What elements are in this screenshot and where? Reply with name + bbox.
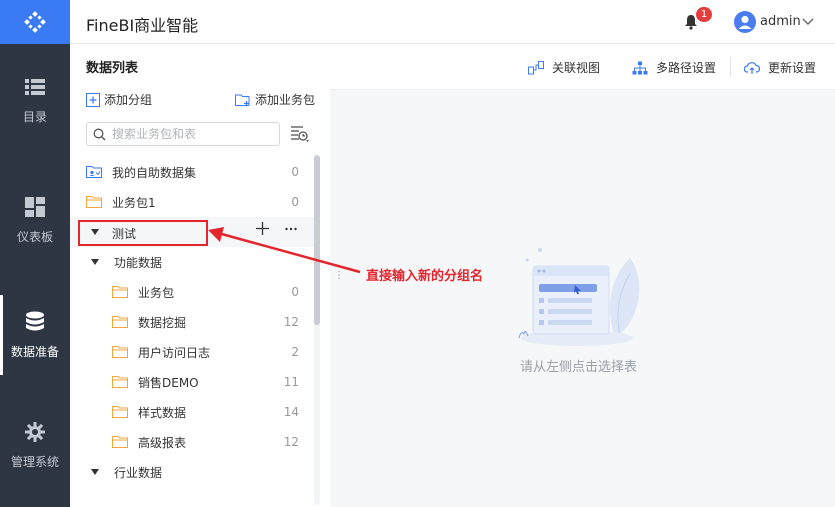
multi-path-button[interactable]: 多路径设置 bbox=[632, 59, 716, 76]
add-group-icon bbox=[86, 92, 100, 107]
relation-icon bbox=[528, 60, 544, 74]
list-item[interactable]: 行业数据 bbox=[70, 457, 315, 487]
update-settings-button[interactable]: 更新设置 bbox=[744, 59, 816, 76]
folder-icon bbox=[112, 406, 128, 418]
folder-icon bbox=[112, 316, 128, 328]
multi-path-label: 多路径设置 bbox=[656, 61, 717, 75]
tree-item-label: 我的自助数据集 bbox=[112, 165, 197, 180]
left-nav: 目录 仪表板 数据准备 管理系统 bbox=[0, 0, 70, 507]
tree-item-label: 用户访问日志 bbox=[138, 345, 211, 360]
tree-item-label: 样式数据 bbox=[138, 405, 187, 420]
add-folder-icon bbox=[235, 94, 250, 106]
list-item[interactable]: 高级报表 12 bbox=[70, 427, 315, 457]
list-item[interactable]: 数据挖掘 12 bbox=[70, 307, 315, 337]
folder-icon bbox=[112, 376, 128, 388]
caret-down-icon[interactable] bbox=[90, 257, 100, 267]
tree-item-count: 0 bbox=[291, 285, 299, 299]
add-package-button[interactable]: 添加业务包 bbox=[235, 91, 315, 108]
list-item[interactable]: 用户访问日志 2 bbox=[70, 337, 315, 367]
folder-icon bbox=[112, 286, 128, 298]
dashboard-icon bbox=[24, 196, 46, 218]
tree-item-count: 12 bbox=[283, 435, 299, 449]
tree-item-label: 行业数据 bbox=[114, 465, 163, 480]
tree-item-count: 14 bbox=[283, 405, 299, 419]
group-name-input[interactable] bbox=[112, 226, 202, 240]
update-settings-label: 更新设置 bbox=[768, 61, 817, 75]
relation-view-button[interactable]: 关联视图 bbox=[528, 59, 600, 76]
user-name[interactable]: admin bbox=[760, 14, 801, 29]
nav-label: 目录 bbox=[22, 109, 47, 124]
list-item[interactable]: 样式数据 14 bbox=[70, 397, 315, 427]
tree-item-label: 高级报表 bbox=[138, 435, 187, 450]
empty-state-text: 请从左侧点击选择表 bbox=[520, 360, 638, 375]
empty-state-illustration bbox=[518, 248, 640, 346]
nav-label: 管理系统 bbox=[10, 454, 59, 469]
tree-item-label: 业务包1 bbox=[112, 195, 156, 210]
tree-item-count: 2 bbox=[291, 345, 299, 359]
folder-icon bbox=[86, 196, 102, 208]
list-item[interactable]: 业务包1 0 bbox=[70, 187, 315, 217]
annotation-text: 直接输入新的分组名 bbox=[366, 269, 484, 284]
chevron-down-icon[interactable] bbox=[802, 15, 814, 29]
tree-item-label: 销售DEMO bbox=[138, 375, 199, 390]
folder-icon bbox=[112, 346, 128, 358]
search-box bbox=[86, 122, 280, 146]
caret-down-icon[interactable] bbox=[90, 467, 100, 477]
tree-item-count: 0 bbox=[291, 195, 299, 209]
self-dataset-icon bbox=[86, 166, 102, 178]
add-package-label: 添加业务包 bbox=[255, 93, 316, 107]
relation-view-label: 关联视图 bbox=[552, 61, 601, 75]
add-group-label: 添加分组 bbox=[104, 93, 153, 107]
content-area: 请从左侧点击选择表 bbox=[330, 90, 835, 507]
add-group-button[interactable]: 添加分组 bbox=[86, 91, 152, 108]
nav-item-catalog[interactable]: 目录 bbox=[0, 60, 70, 140]
top-header: FineBI商业智能 1 admin bbox=[70, 0, 835, 44]
logo[interactable] bbox=[0, 0, 70, 44]
list-item[interactable]: 我的自助数据集 0 bbox=[70, 157, 315, 187]
cloud-refresh-icon bbox=[744, 61, 760, 74]
nav-item-data-prep[interactable]: 数据准备 bbox=[0, 295, 70, 375]
tree-item-label: 数据挖掘 bbox=[138, 315, 187, 330]
panel-title: 数据列表 bbox=[86, 61, 139, 76]
scrollbar[interactable] bbox=[314, 155, 320, 505]
logo-icon bbox=[24, 11, 46, 33]
tree-item-count: 12 bbox=[283, 315, 299, 329]
folder-icon bbox=[112, 436, 128, 448]
annotation-arrow bbox=[208, 227, 361, 274]
nav-item-dashboard[interactable]: 仪表板 bbox=[0, 180, 70, 260]
filter-icon[interactable] bbox=[290, 125, 310, 146]
nav-label: 仪表板 bbox=[16, 229, 53, 244]
list-icon bbox=[24, 76, 46, 98]
notification-badge: 1 bbox=[696, 7, 712, 22]
avatar[interactable] bbox=[734, 11, 756, 33]
search-input[interactable] bbox=[112, 127, 272, 141]
tree-item-count: 11 bbox=[283, 375, 299, 389]
database-icon bbox=[24, 311, 46, 333]
app-title: FineBI商业智能 bbox=[86, 16, 199, 35]
search-icon bbox=[93, 128, 106, 140]
list-item[interactable]: 销售DEMO 11 bbox=[70, 367, 315, 397]
tree-item-count: 0 bbox=[291, 165, 299, 179]
hierarchy-icon bbox=[632, 61, 648, 74]
tree-item-label: 功能数据 bbox=[114, 255, 163, 270]
nav-label: 数据准备 bbox=[10, 344, 59, 359]
toolbar-divider bbox=[730, 57, 731, 77]
content-toolbar: 关联视图 多路径设置 更新设置 bbox=[330, 45, 835, 90]
gear-icon bbox=[24, 421, 46, 443]
tree-item-label: 业务包 bbox=[138, 285, 175, 300]
nav-item-admin[interactable]: 管理系统 bbox=[0, 405, 70, 485]
